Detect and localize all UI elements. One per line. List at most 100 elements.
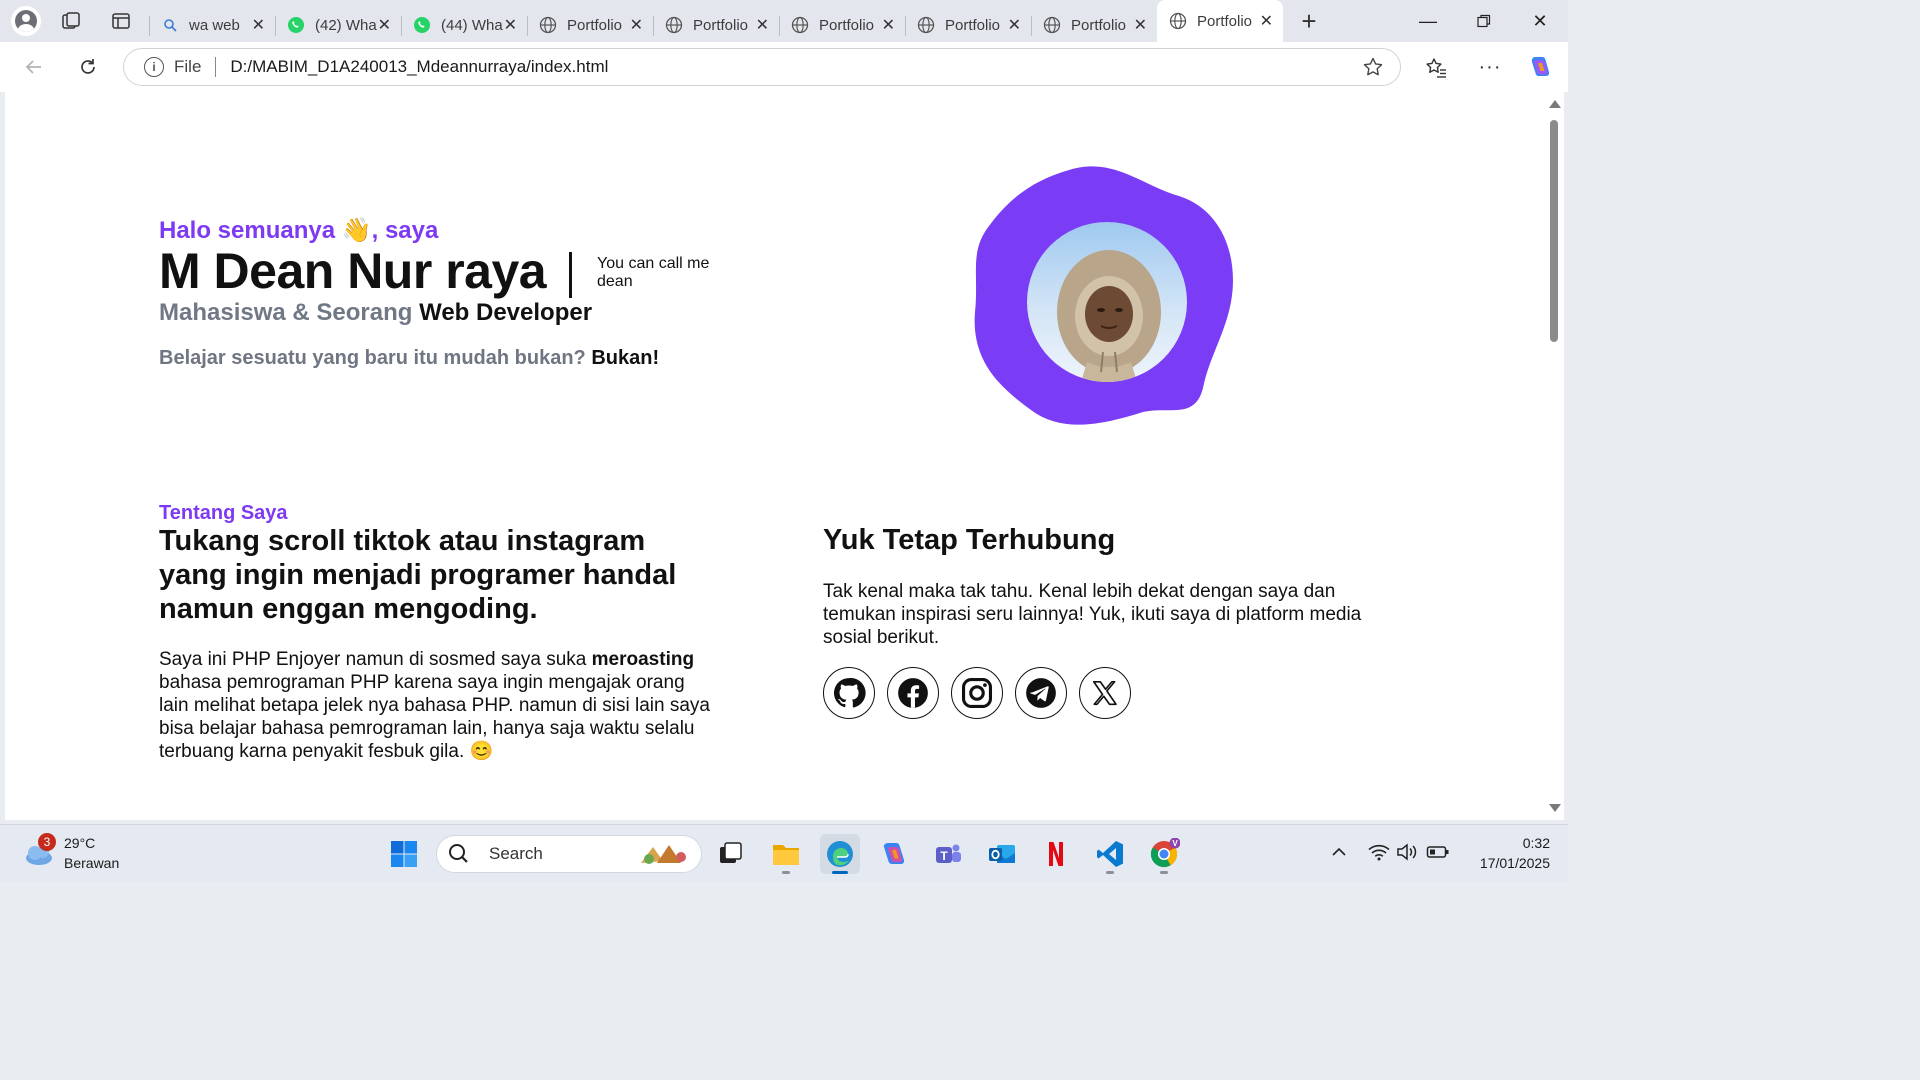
running-indicator <box>1160 871 1168 874</box>
tab-close-icon[interactable]: ✕ <box>378 15 391 35</box>
browser-tab[interactable]: Portfolio ✕ <box>527 8 653 42</box>
copilot-button[interactable] <box>1522 49 1558 85</box>
refresh-button[interactable] <box>70 49 106 85</box>
teams-button[interactable]: T <box>928 834 968 874</box>
netflix-icon <box>1049 842 1063 866</box>
about-body: Saya ini PHP Enjoyer namun di sosmed say… <box>159 648 719 763</box>
tab-close-icon[interactable]: ✕ <box>630 15 643 35</box>
tab-title: Portfolio <box>567 16 623 34</box>
browser-tab[interactable]: (44) WhatsApp ✕ <box>401 8 527 42</box>
windows-icon <box>391 841 417 867</box>
restore-button[interactable] <box>1456 0 1512 42</box>
browser-tab-strip: wa web ✕ (42) WhatsApp ✕ (44) WhatsApp ✕… <box>0 0 1568 42</box>
svg-text:T: T <box>940 849 948 863</box>
battery-status[interactable] <box>1426 843 1450 861</box>
weather-condition: Berawan <box>64 855 120 871</box>
x-link[interactable] <box>1079 667 1131 719</box>
scroll-thumb[interactable] <box>1550 120 1558 342</box>
show-hidden-icons-button[interactable] <box>1330 843 1348 861</box>
clock-date: 17/01/2025 <box>1479 855 1550 871</box>
tab-close-icon[interactable]: ✕ <box>756 15 769 35</box>
tab-close-icon[interactable]: ✕ <box>882 15 895 35</box>
outlook-button[interactable] <box>982 834 1022 874</box>
start-button[interactable] <box>384 834 424 874</box>
close-window-button[interactable]: ✕ <box>1512 0 1568 42</box>
scroll-up-icon[interactable] <box>1549 100 1561 108</box>
favorite-star-icon[interactable] <box>1362 56 1384 83</box>
search-highlight-icon <box>641 845 686 864</box>
minimize-button[interactable]: — <box>1400 0 1456 42</box>
close-icon: ✕ <box>1532 10 1548 31</box>
address-bar[interactable]: i File D:/MABIM_D1A240013_Mdeannurraya/i… <box>123 48 1401 86</box>
settings-more-button[interactable]: ··· <box>1472 49 1508 85</box>
globe-icon <box>791 16 809 34</box>
tab-close-icon[interactable]: ✕ <box>252 15 265 35</box>
telegram-link[interactable] <box>1015 667 1067 719</box>
back-arrow-icon <box>25 60 41 74</box>
copilot-taskbar-button[interactable] <box>874 834 914 874</box>
browser-tab[interactable]: wa web ✕ <box>149 8 275 42</box>
globe-icon <box>1043 16 1061 34</box>
netflix-button[interactable] <box>1036 834 1076 874</box>
scheme-label: File <box>174 57 202 76</box>
vscode-button[interactable] <box>1090 834 1130 874</box>
browser-tab-active[interactable]: Portfolio ✕ <box>1157 0 1283 42</box>
tab-actions-icon <box>112 13 130 29</box>
volume-status[interactable] <box>1396 843 1418 861</box>
refresh-icon <box>81 59 95 74</box>
favorites-button[interactable] <box>1418 49 1454 85</box>
browser-tab[interactable]: Portfolio ✕ <box>779 8 905 42</box>
new-tab-button[interactable]: + <box>1291 3 1327 39</box>
github-icon <box>833 678 866 708</box>
tab-title: Portfolio <box>1197 12 1253 30</box>
facebook-link[interactable] <box>887 667 939 719</box>
instagram-icon <box>961 677 993 709</box>
chrome-button[interactable]: V <box>1144 834 1184 874</box>
tab-close-icon[interactable]: ✕ <box>1008 15 1021 35</box>
profile-button[interactable] <box>11 6 41 36</box>
connect-body: Tak kenal maka tak tahu. Kenal lebih dek… <box>823 581 1362 648</box>
github-link[interactable] <box>823 667 875 719</box>
browser-tab[interactable]: Portfolio ✕ <box>653 8 779 42</box>
task-view-button[interactable] <box>710 834 750 874</box>
hero-nickname: You can call me dean <box>597 255 710 290</box>
page-scrollbar[interactable] <box>1546 92 1564 820</box>
tab-close-icon[interactable]: ✕ <box>504 15 517 35</box>
taskbar-search[interactable]: Search <box>436 835 702 873</box>
browser-tab[interactable]: Portfolio ✕ <box>905 8 1031 42</box>
info-icon[interactable]: i <box>144 57 164 77</box>
edge-button[interactable] <box>820 834 860 874</box>
url-text[interactable]: D:/MABIM_D1A240013_Mdeannurraya/index.ht… <box>230 57 608 77</box>
globe-icon <box>665 16 683 34</box>
about-body-bold: meroasting <box>591 649 695 670</box>
weather-text: 29°C Berawan <box>64 833 119 873</box>
hero-tagline: Belajar sesuatu yang baru itu mudah buka… <box>159 347 659 370</box>
workspaces-button[interactable] <box>53 3 89 39</box>
weather-temp: 29°C <box>64 835 96 851</box>
browser-tab[interactable]: Portfolio ✕ <box>1031 8 1157 42</box>
active-indicator <box>832 871 848 874</box>
hero-greeting: Halo semuanya 👋, saya <box>159 217 439 244</box>
whatsapp-icon <box>287 16 305 34</box>
social-links <box>823 667 1131 719</box>
svg-text:V: V <box>1172 839 1178 848</box>
instagram-link[interactable] <box>951 667 1003 719</box>
scroll-down-icon[interactable] <box>1549 804 1561 812</box>
weather-widget[interactable]: 3 29°C Berawan <box>22 833 119 873</box>
browser-tab[interactable]: (42) WhatsApp ✕ <box>275 8 401 42</box>
edge-icon <box>827 841 853 867</box>
tab-close-icon[interactable]: ✕ <box>1134 15 1147 35</box>
tab-close-icon[interactable]: ✕ <box>1260 11 1273 31</box>
tab-title: wa web <box>189 16 240 34</box>
teams-icon: T <box>936 844 961 863</box>
name-divider <box>569 252 572 298</box>
wifi-status[interactable] <box>1368 843 1390 861</box>
globe-icon <box>539 16 557 34</box>
about-body-end: bahasa pemrograman PHP karena saya ingin… <box>159 672 710 762</box>
about-body-start: Saya ini PHP Enjoyer namun di sosmed say… <box>159 649 587 670</box>
back-button[interactable] <box>16 49 52 85</box>
tab-title: Portfolio <box>1071 16 1127 34</box>
clock[interactable]: 0:32 17/01/2025 <box>1460 833 1550 873</box>
tab-actions-button[interactable] <box>103 3 139 39</box>
file-explorer-button[interactable] <box>766 834 806 874</box>
